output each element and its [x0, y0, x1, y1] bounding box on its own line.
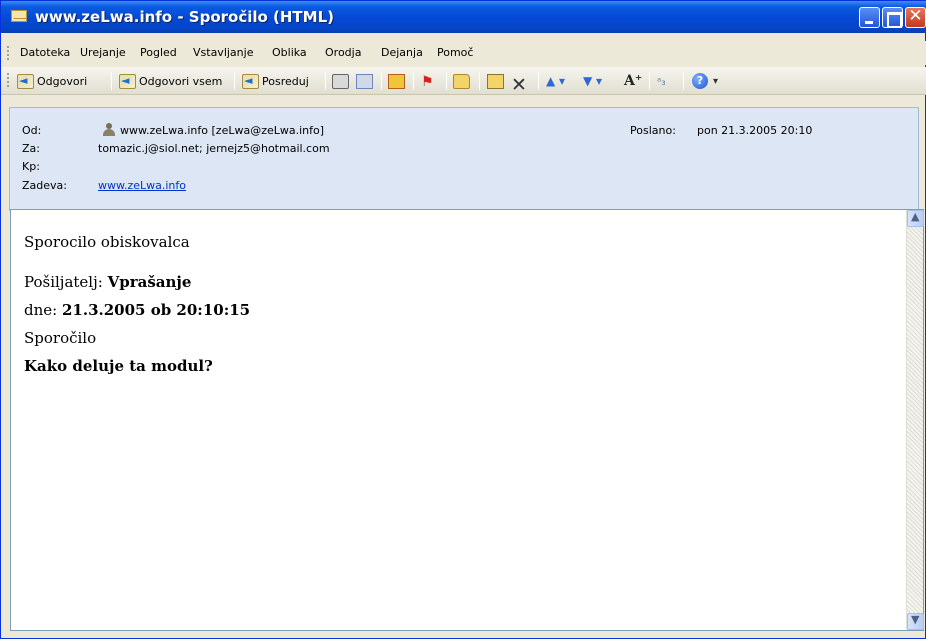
reply-all-icon	[119, 73, 136, 89]
reply-label: Odgovori	[37, 74, 88, 88]
close-icon: ✕	[908, 6, 923, 26]
print-button[interactable]	[332, 71, 352, 91]
date-label: dne:	[24, 301, 62, 319]
sent-label: Poslano:	[630, 124, 676, 137]
message-content: Sporocilo obiskovalca Pošiljatelj: Vpraš…	[24, 230, 250, 378]
help-button[interactable]: ?	[692, 71, 708, 91]
forward-label: Posreduj	[262, 74, 309, 88]
delete-icon: ✕	[511, 73, 527, 96]
sender-value: Vprašanje	[107, 273, 192, 291]
message-text: Kako deluje ta modul?	[24, 357, 213, 375]
scroll-up-button[interactable]	[907, 210, 924, 227]
from-label: Od:	[22, 124, 42, 137]
toolbar-grip[interactable]	[7, 73, 10, 87]
mail-icon	[388, 73, 405, 89]
chevron-down-icon: ▾	[713, 75, 719, 87]
toolbar-separator	[446, 72, 447, 90]
copy-icon	[356, 73, 373, 89]
menu-pomoc[interactable]: Pomoč	[437, 46, 473, 59]
to-label: Za:	[22, 142, 40, 155]
date-value: 21.3.2005 ob 20:10:15	[61, 301, 251, 319]
reply-button[interactable]: Odgovori	[17, 71, 87, 91]
title-bar[interactable]: www.zeLwa.info - Sporočilo (HTML) ✕	[1, 1, 926, 33]
menu-vstavljanje[interactable]: Vstavljanje	[193, 46, 253, 59]
toolbar-separator	[111, 72, 112, 90]
subject-label: Zadeva:	[22, 179, 67, 192]
flag-icon: ⚑	[421, 73, 434, 90]
font-size-button[interactable]: A⁺	[624, 71, 642, 91]
reply-all-button[interactable]: Odgovori vsem	[119, 71, 222, 91]
encoding-button[interactable]: ᵃ₃	[657, 71, 666, 91]
delete-button[interactable]: ✕	[511, 71, 531, 96]
toolbar-separator	[381, 72, 382, 90]
forward-button[interactable]: Posreduj	[242, 71, 309, 91]
toolbar-separator	[413, 72, 414, 90]
toolbar-separator	[649, 72, 650, 90]
down-arrow-icon: ▼ ▾	[583, 74, 603, 88]
window-title: www.zeLwa.info - Sporočilo (HTML)	[35, 8, 335, 26]
help-icon: ?	[692, 73, 708, 89]
reply-icon	[17, 73, 34, 89]
reply-all-label: Odgovori vsem	[139, 74, 223, 88]
move-to-folder-icon	[487, 73, 504, 89]
message-header: Od: www.zeLwa.info [zeLwa@zeLwa.info] Po…	[9, 107, 919, 211]
from-value[interactable]: www.zeLwa.info [zeLwa@zeLwa.info]	[120, 124, 324, 137]
toolbar-separator	[325, 72, 326, 90]
menu-oblika[interactable]: Oblika	[272, 46, 307, 59]
up-arrow-icon: ▲ ▾	[546, 74, 566, 88]
menu-datoteka[interactable]: Datoteka	[20, 46, 70, 59]
folder-button[interactable]	[453, 71, 473, 91]
contact-icon	[102, 123, 116, 136]
sender-line: Pošiljatelj: Vprašanje	[24, 270, 250, 294]
sender-label: Pošiljatelj:	[24, 273, 108, 291]
previous-item-button[interactable]: ▲ ▾	[546, 71, 565, 91]
forward-icon	[242, 73, 259, 89]
sent-value: pon 21.3.2005 20:10	[697, 124, 813, 137]
mark-unread-button[interactable]	[388, 71, 408, 91]
toolbar-options-button[interactable]: ▾	[713, 71, 718, 91]
toolbar-separator	[683, 72, 684, 90]
vertical-scrollbar[interactable]	[906, 210, 924, 630]
envelope-icon	[11, 10, 27, 22]
menu-orodja[interactable]: Orodja	[325, 46, 361, 59]
menu-grip[interactable]	[7, 46, 10, 60]
to-value[interactable]: tomazic.j@siol.net; jernejz5@hotmail.com	[98, 142, 330, 155]
minimize-button[interactable]	[859, 7, 880, 28]
move-button[interactable]	[487, 71, 507, 91]
message-body[interactable]: Sporocilo obiskovalca Pošiljatelj: Vpraš…	[10, 209, 924, 631]
toolbar-separator	[538, 72, 539, 90]
menu-dejanja[interactable]: Dejanja	[381, 46, 423, 59]
message-label: Sporočilo	[24, 329, 97, 347]
message-window: www.zeLwa.info - Sporočilo (HTML) ✕ Dato…	[0, 0, 926, 639]
close-button[interactable]: ✕	[905, 6, 926, 28]
subject-link[interactable]: www.zeLwa.info	[98, 179, 186, 192]
encoding-icon: ᵃ₃	[657, 74, 666, 88]
font-size-icon: A⁺	[624, 73, 643, 89]
print-icon	[332, 73, 349, 89]
toolbar-separator	[234, 72, 235, 90]
toolbar-separator	[479, 72, 480, 90]
maximize-button[interactable]	[882, 7, 903, 28]
menu-urejanje[interactable]: Urejanje	[80, 46, 126, 59]
folder-icon	[453, 73, 470, 89]
menu-bar: Datoteka Urejanje Pogled Vstavljanje Obl…	[1, 41, 926, 65]
greeting-text: Sporocilo obiskovalca	[24, 233, 190, 251]
scroll-down-button[interactable]	[907, 613, 924, 630]
date-line: dne: 21.3.2005 ob 20:10:15	[24, 298, 250, 322]
flag-button[interactable]: ⚑	[421, 71, 441, 91]
cc-label: Kp:	[22, 160, 40, 173]
menu-pogled[interactable]: Pogled	[140, 46, 177, 59]
copy-button[interactable]	[356, 71, 376, 91]
next-item-button[interactable]: ▼ ▾	[583, 71, 602, 91]
toolbar: Odgovori Odgovori vsem Posreduj ⚑ ✕ ▲ ▾ …	[1, 67, 926, 96]
